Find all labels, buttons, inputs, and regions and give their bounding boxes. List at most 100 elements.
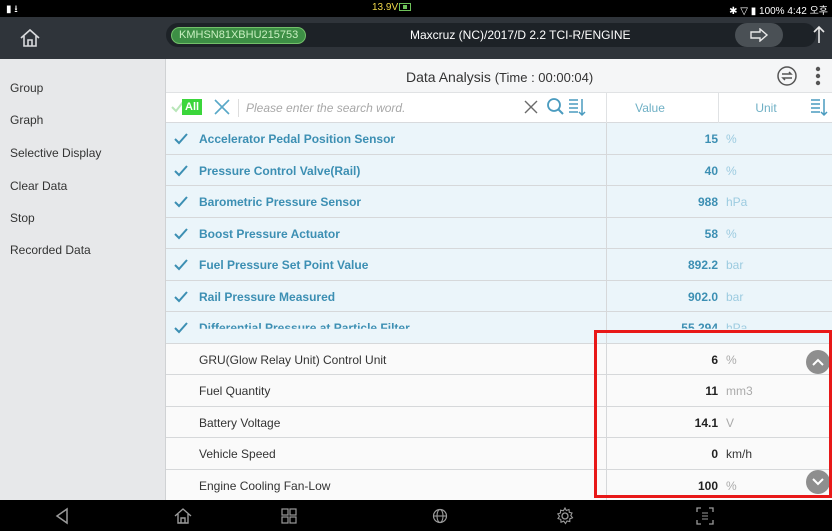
row-value: 6	[711, 352, 718, 367]
up-button[interactable]	[806, 21, 832, 49]
forward-button[interactable]	[735, 23, 783, 47]
voltage-text: 13.9V	[372, 2, 399, 13]
table-row[interactable]: GRU(Glow Relay Unit) Control Unit 6%	[166, 343, 832, 375]
table-row[interactable]: Differential Pressure at Particle Filter…	[166, 312, 832, 344]
app-header: KMHSN81XBHU215753 Maxcruz (NC)/2017/D 2.…	[0, 17, 832, 59]
row-unit: bar	[726, 258, 744, 272]
row-value: 0	[711, 447, 718, 461]
home-icon	[174, 508, 192, 524]
sidebar-item-stop[interactable]: Stop	[10, 211, 35, 225]
row-unit: km/h	[726, 447, 753, 461]
deselect-all-icon[interactable]	[212, 97, 232, 117]
system-nav-bar	[0, 500, 832, 531]
cell-divider	[606, 312, 607, 343]
search-input[interactable]	[246, 98, 516, 118]
row-name: Engine Cooling Fan-Low	[199, 478, 331, 493]
scroll-up-button[interactable]	[806, 350, 830, 374]
row-name: Vehicle Speed	[199, 447, 276, 461]
chevron-down-icon	[812, 478, 824, 486]
record-toggle-icon[interactable]	[776, 65, 798, 87]
row-unit: mm3	[726, 384, 753, 398]
arrow-right-icon	[750, 28, 769, 42]
vin-badge: KMHSN81XBHU215753	[171, 27, 307, 44]
status-bar: ▮ ⭳ 13.9V ✱ ▽ ▮ 100% 4:42 오후	[0, 0, 832, 17]
row-value: 100	[697, 478, 718, 493]
row-name: Differential Pressure at Particle Filter	[199, 321, 410, 335]
back-triangle-icon	[55, 507, 68, 525]
row-name: Fuel Quantity	[199, 384, 271, 398]
row-value: 55.294	[681, 321, 718, 335]
search-divider	[238, 99, 239, 117]
data-panel: Data Analysis (Time : 00:00:04) All Plea…	[166, 59, 832, 501]
battery-icon	[399, 3, 412, 12]
sort-name-icon[interactable]	[568, 97, 586, 117]
row-unit: %	[726, 478, 737, 493]
column-header-value: Value	[635, 101, 665, 115]
select-all-button[interactable]: All	[182, 99, 203, 115]
sort-unit-icon[interactable]	[810, 97, 828, 117]
apps-button[interactable]	[277, 504, 301, 528]
table-row[interactable]: Battery Voltage 14.1 V	[166, 406, 832, 438]
checkmark-icon	[174, 196, 188, 208]
row-value: 14.1	[694, 415, 718, 430]
chevron-up-icon	[812, 358, 824, 366]
clear-search-icon[interactable]	[522, 98, 540, 116]
table-row[interactable]: Vehicle Speed 0 km/h	[166, 438, 832, 470]
nav-home-button[interactable]	[171, 504, 195, 528]
status-right: ✱ ▽ ▮ 100% 4:42 오후	[729, 6, 828, 17]
screen-capture-icon	[696, 507, 714, 525]
table-row[interactable]: Rail Pressure Measured 902.0 bar	[166, 280, 832, 312]
row-value: 902.0	[687, 289, 718, 304]
vehicle-info: Maxcruz (NC)/2017/D 2.2 TCI-R/ENGINE	[410, 28, 631, 42]
row-name: Barometric Pressure Sensor	[199, 195, 362, 209]
row-name: Accelerator Pedal Position Sensor	[199, 132, 396, 146]
table-row[interactable]: Fuel Pressure Set Point Value 892.2 bar	[166, 249, 832, 281]
checkmark-icon	[174, 290, 188, 302]
gear-icon	[556, 507, 574, 525]
more-menu-icon[interactable]	[810, 65, 826, 87]
panel-title-label: Data Analysis	[406, 69, 491, 85]
row-value: 988	[697, 195, 718, 209]
settings-button[interactable]	[553, 504, 577, 528]
row-name: Fuel Pressure Set Point Value	[199, 258, 369, 272]
table-row[interactable]: Fuel Quantity 11 mm3	[166, 375, 832, 407]
sidebar-item-clear-data[interactable]: Clear Data	[10, 179, 67, 193]
row-value: 15	[704, 132, 718, 146]
sidebar: Group Graph Selective Display Clear Data…	[0, 59, 166, 500]
table-row[interactable]: Accelerator Pedal Position Sensor 15%	[166, 123, 832, 155]
sidebar-item-selective-display[interactable]: Selective Display	[10, 146, 101, 160]
table-row[interactable]: Boost Pressure Actuator 58%	[166, 217, 832, 249]
row-name: Rail Pressure Measured	[199, 289, 336, 304]
panel-title-row: Data Analysis (Time : 00:00:04)	[166, 59, 832, 93]
row-unit: %	[726, 132, 737, 146]
globe-icon	[432, 508, 448, 524]
header-divider-1	[606, 93, 607, 123]
row-unit: hPa	[726, 321, 748, 335]
back-button[interactable]	[50, 504, 74, 528]
panel-title: Data Analysis (Time : 00:00:04)	[406, 69, 593, 85]
arrow-up-icon	[813, 25, 825, 43]
browser-button[interactable]	[428, 504, 452, 528]
checkmark-icon	[174, 322, 188, 334]
row-unit: V	[726, 415, 735, 430]
voltage-indicator: 13.9V	[372, 2, 412, 13]
sidebar-item-recorded-data[interactable]: Recorded Data	[10, 243, 91, 257]
sidebar-item-graph[interactable]: Graph	[10, 113, 43, 127]
row-name: GRU(Glow Relay Unit) Control Unit	[199, 352, 387, 367]
app-root: ▮ ⭳ 13.9V ✱ ▽ ▮ 100% 4:42 오후 KMHSN81XBHU…	[0, 0, 832, 531]
table-row[interactable]: Barometric Pressure Sensor 988 hPa	[166, 186, 832, 218]
checkmark-icon	[174, 227, 188, 239]
checkmark-icon	[174, 164, 188, 176]
table-row[interactable]: Pressure Control Valve(Rail) 40%	[166, 154, 832, 186]
capture-button[interactable]	[693, 504, 717, 528]
sidebar-item-group[interactable]: Group	[10, 81, 43, 95]
row-unit: bar	[726, 289, 744, 304]
home-icon	[20, 28, 40, 47]
search-row: All Value Unit	[166, 93, 832, 123]
home-button[interactable]	[0, 17, 60, 59]
row-value: 40	[704, 163, 718, 178]
table-row[interactable]: Engine Cooling Fan-Low 100%	[166, 469, 832, 501]
checkmark-icon	[174, 133, 188, 145]
search-icon[interactable]	[546, 97, 564, 117]
scroll-down-button[interactable]	[806, 470, 830, 494]
